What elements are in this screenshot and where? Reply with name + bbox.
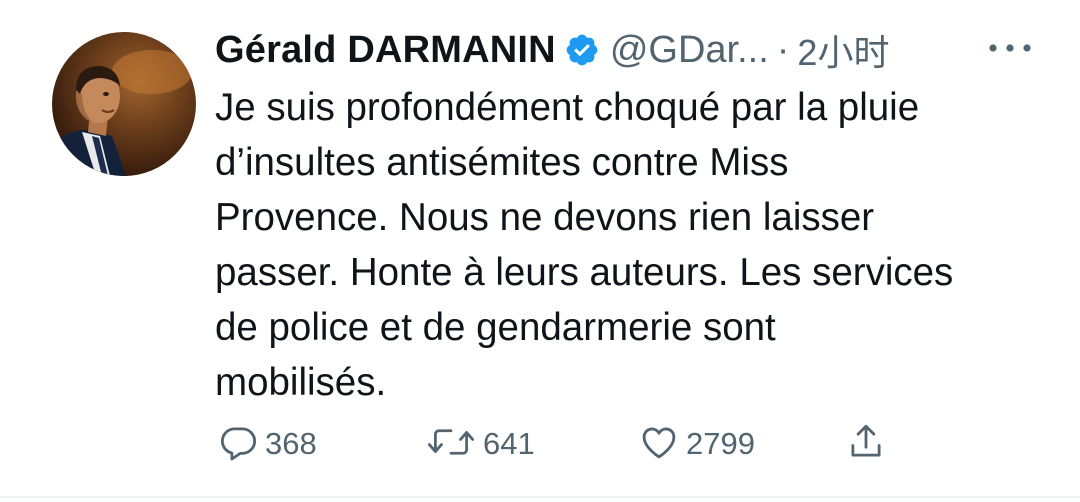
share-button[interactable] [845,422,887,466]
verified-badge-icon [564,32,600,68]
more-options-icon[interactable] [985,34,1035,62]
like-button[interactable]: 2799 [638,422,755,466]
avatar-image [52,50,192,176]
like-count: 2799 [686,426,755,461]
reply-count: 368 [265,426,317,461]
retweet-button[interactable]: 641 [425,422,535,466]
tweet-header: Gérald DARMANIN @GDar... · 2小时 [215,26,889,74]
tweet-timestamp[interactable]: 2小时 [797,24,889,76]
tweet-card[interactable]: Gérald DARMANIN @GDar... · 2小时 Je suis p… [0,0,1080,502]
author-name[interactable]: Gérald DARMANIN [215,29,556,72]
reply-button[interactable]: 368 [217,422,317,466]
divider [0,496,1080,498]
retweet-count: 641 [483,426,535,461]
heart-icon [638,421,680,468]
header-separator: · [776,28,790,71]
retweet-icon [425,421,477,468]
avatar[interactable] [52,32,196,176]
tweet-text: Je suis profondément choqué par la pluie… [215,86,954,404]
tweet-actions: 368 641 2799 [215,422,915,466]
reply-icon [217,421,259,468]
author-handle[interactable]: @GDar... [610,29,769,72]
share-icon [845,421,887,468]
